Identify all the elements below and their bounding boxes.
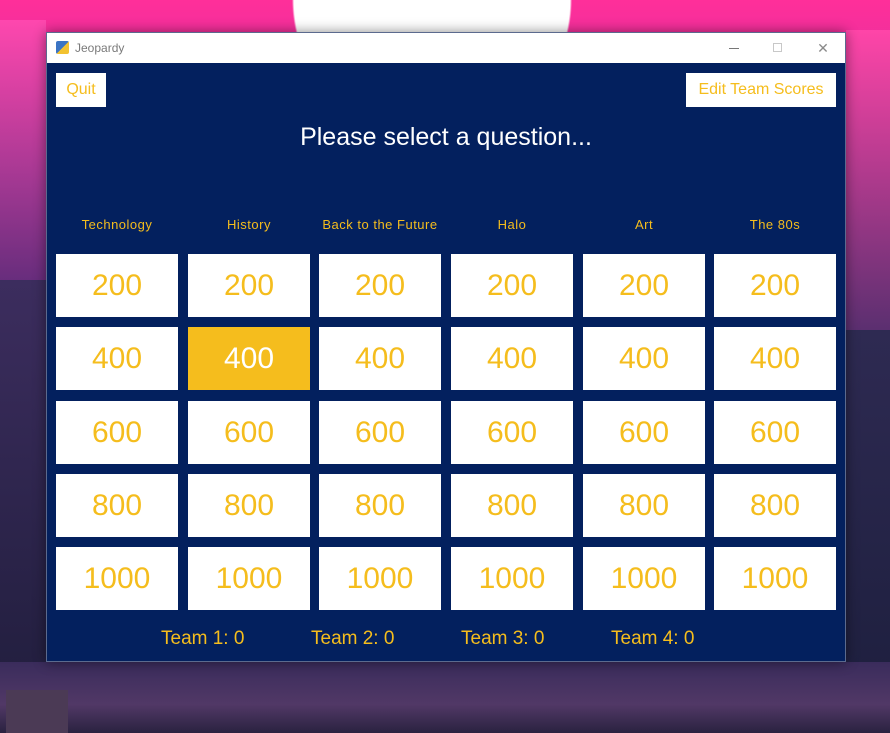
close-button[interactable]: ✕	[812, 37, 834, 59]
question-tile[interactable]: 200	[56, 254, 178, 317]
team-score: Team 1: 0	[161, 628, 245, 649]
question-tile[interactable]: 600	[319, 401, 441, 464]
question-tile[interactable]: 400	[583, 327, 705, 390]
desktop-wallpaper-left	[0, 20, 46, 280]
team-score: Team 3: 0	[461, 628, 545, 649]
desktop-wallpaper-ground	[0, 662, 890, 733]
question-tile[interactable]: 600	[188, 401, 310, 464]
question-tile[interactable]: 800	[56, 474, 178, 537]
quit-button[interactable]: Quit	[56, 73, 106, 107]
jeopardy-window: Jeopardy ✕ Quit Edit Team Scores Please …	[46, 32, 846, 662]
question-tile[interactable]: 1000	[188, 547, 310, 610]
question-tile[interactable]: 400	[714, 327, 836, 390]
question-tile[interactable]: 1000	[319, 547, 441, 610]
question-tile[interactable]: 600	[56, 401, 178, 464]
edit-team-scores-button[interactable]: Edit Team Scores	[686, 73, 836, 107]
category-header: Technology	[81, 217, 153, 232]
desktop-wallpaper-mountain-right	[846, 330, 890, 670]
maximize-button[interactable]	[767, 37, 789, 59]
question-tile[interactable]: 1000	[56, 547, 178, 610]
desktop-wallpaper-building	[6, 690, 68, 733]
question-tile-selected[interactable]: 400	[188, 327, 310, 390]
category-header: History	[227, 217, 271, 232]
window-title: Jeopardy	[75, 41, 125, 55]
question-tile[interactable]: 800	[714, 474, 836, 537]
question-tile[interactable]: 800	[319, 474, 441, 537]
minimize-button[interactable]	[723, 37, 745, 59]
select-question-prompt: Please select a question...	[300, 123, 592, 151]
question-tile[interactable]: 800	[451, 474, 573, 537]
desktop-wallpaper-mountain-left	[0, 280, 46, 670]
question-tile[interactable]: 200	[319, 254, 441, 317]
question-tile[interactable]: 600	[714, 401, 836, 464]
question-tile[interactable]: 200	[714, 254, 836, 317]
question-tile[interactable]: 1000	[714, 547, 836, 610]
question-tile[interactable]: 400	[56, 327, 178, 390]
category-header: Art	[634, 217, 654, 232]
category-header: Back to the Future	[322, 217, 438, 232]
question-tile[interactable]: 400	[451, 327, 573, 390]
python-app-icon	[56, 41, 69, 54]
question-tile[interactable]: 200	[583, 254, 705, 317]
title-bar[interactable]: Jeopardy ✕	[47, 33, 845, 63]
question-tile[interactable]: 200	[451, 254, 573, 317]
category-header: The 80s	[749, 217, 801, 232]
team-score: Team 2: 0	[311, 628, 395, 649]
category-header: Halo	[497, 217, 527, 232]
team-score: Team 4: 0	[611, 628, 695, 649]
desktop-wallpaper-right	[846, 30, 890, 330]
question-tile[interactable]: 1000	[451, 547, 573, 610]
question-tile[interactable]: 600	[583, 401, 705, 464]
question-tile[interactable]: 1000	[583, 547, 705, 610]
question-tile[interactable]: 400	[319, 327, 441, 390]
question-tile[interactable]: 200	[188, 254, 310, 317]
question-tile[interactable]: 800	[583, 474, 705, 537]
question-tile[interactable]: 800	[188, 474, 310, 537]
question-tile[interactable]: 600	[451, 401, 573, 464]
